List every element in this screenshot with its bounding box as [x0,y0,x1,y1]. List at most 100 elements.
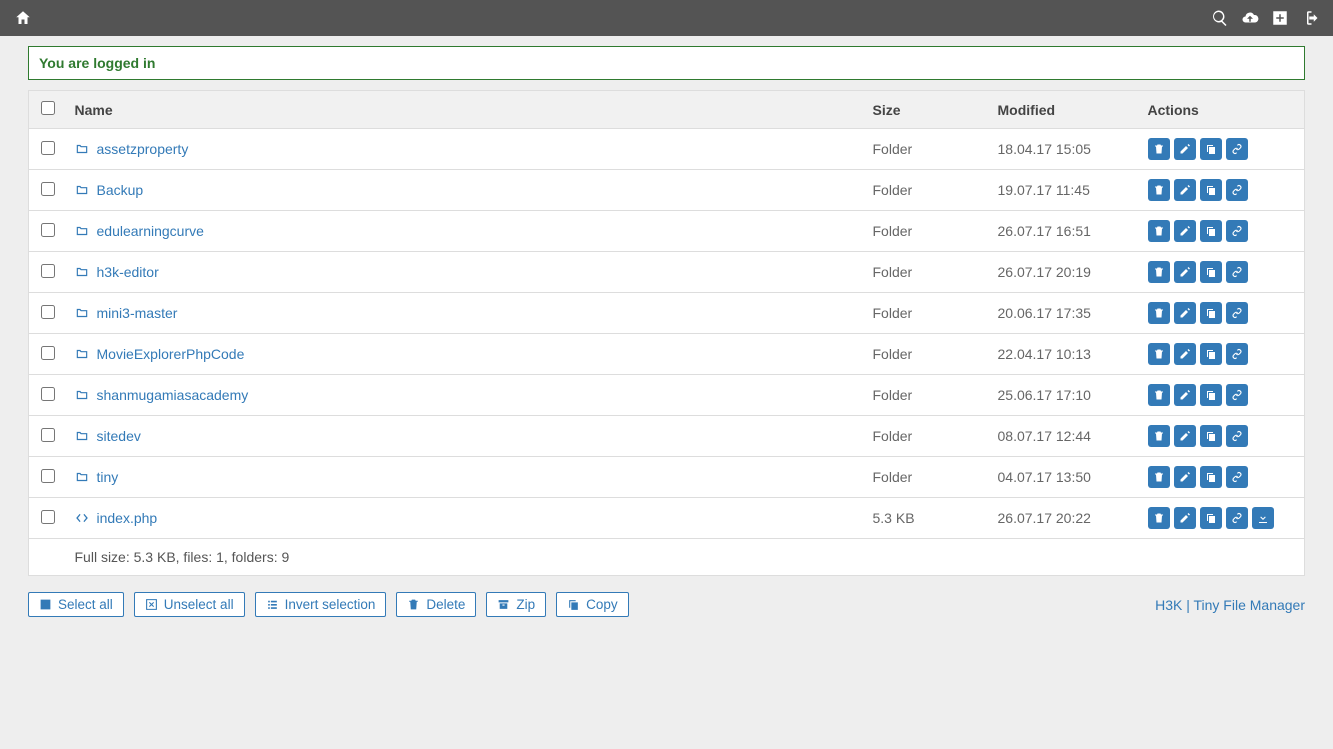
rename-action[interactable] [1174,179,1196,201]
copy-action[interactable] [1200,466,1222,488]
link-action[interactable] [1226,220,1248,242]
header-size[interactable]: Size [865,91,990,129]
select-all-button[interactable]: Select all [28,592,124,617]
select-all-label: Select all [58,597,113,612]
link-action[interactable] [1226,343,1248,365]
rename-icon [1179,143,1191,155]
rename-action[interactable] [1174,138,1196,160]
row-checkbox[interactable] [41,346,55,360]
copy-action[interactable] [1200,343,1222,365]
copy-action[interactable] [1200,507,1222,529]
file-link[interactable]: MovieExplorerPhpCode [97,346,245,362]
delete-action[interactable] [1148,302,1170,324]
rename-action[interactable] [1174,466,1196,488]
file-link[interactable]: Backup [97,182,144,198]
zip-button[interactable]: Zip [486,592,546,617]
link-icon [1231,389,1243,401]
rename-action[interactable] [1174,302,1196,324]
row-checkbox[interactable] [41,264,55,278]
home-icon[interactable] [14,9,32,27]
copy-action[interactable] [1200,138,1222,160]
select-all-checkbox[interactable] [41,101,55,115]
table-row: h3k-editorFolder26.07.17 20:19 [29,252,1305,293]
copy-icon [1205,225,1217,237]
copy-action[interactable] [1200,220,1222,242]
row-checkbox[interactable] [41,141,55,155]
modified-cell: 26.07.17 20:22 [990,498,1140,539]
delete-action[interactable] [1148,425,1170,447]
logout-icon[interactable] [1301,9,1319,27]
link-action[interactable] [1226,507,1248,529]
copy-action[interactable] [1200,384,1222,406]
upload-icon[interactable] [1241,9,1259,27]
link-action[interactable] [1226,425,1248,447]
rename-action[interactable] [1174,425,1196,447]
size-cell: Folder [865,416,990,457]
delete-action[interactable] [1148,384,1170,406]
header-modified[interactable]: Modified [990,91,1140,129]
search-icon[interactable] [1211,9,1229,27]
delete-action[interactable] [1148,261,1170,283]
alert-banner: You are logged in [28,46,1305,80]
row-checkbox[interactable] [41,387,55,401]
row-checkbox[interactable] [41,305,55,319]
delete-action[interactable] [1148,138,1170,160]
row-checkbox[interactable] [41,223,55,237]
modified-cell: 08.07.17 12:44 [990,416,1140,457]
folder-icon [75,347,89,361]
delete-icon [1153,184,1165,196]
link-action[interactable] [1226,466,1248,488]
link-action[interactable] [1226,179,1248,201]
folder-icon [75,142,89,156]
copy-action[interactable] [1200,179,1222,201]
rename-action[interactable] [1174,261,1196,283]
delete-action[interactable] [1148,343,1170,365]
rename-icon [1179,184,1191,196]
footer-link[interactable]: H3K | Tiny File Manager [1155,597,1305,613]
file-link[interactable]: edulearningcurve [97,223,204,239]
link-action[interactable] [1226,384,1248,406]
folder-icon [75,429,89,443]
copy-action[interactable] [1200,302,1222,324]
row-checkbox[interactable] [41,428,55,442]
delete-action[interactable] [1148,507,1170,529]
row-checkbox[interactable] [41,182,55,196]
file-link[interactable]: mini3-master [97,305,178,321]
row-checkbox[interactable] [41,510,55,524]
link-action[interactable] [1226,138,1248,160]
invert-selection-button[interactable]: Invert selection [255,592,387,617]
copy-icon [1205,471,1217,483]
delete-action[interactable] [1148,220,1170,242]
size-cell: 5.3 KB [865,498,990,539]
rename-action[interactable] [1174,384,1196,406]
modified-cell: 22.04.17 10:13 [990,334,1140,375]
copy-icon [1205,348,1217,360]
file-link[interactable]: h3k-editor [97,264,159,280]
modified-cell: 26.07.17 20:19 [990,252,1140,293]
copy-action[interactable] [1200,261,1222,283]
link-action[interactable] [1226,261,1248,283]
delete-action[interactable] [1148,179,1170,201]
copy-button[interactable]: Copy [556,592,629,617]
row-checkbox[interactable] [41,469,55,483]
file-link[interactable]: assetzproperty [97,141,189,157]
rename-action[interactable] [1174,220,1196,242]
modified-cell: 25.06.17 17:10 [990,375,1140,416]
delete-action[interactable] [1148,466,1170,488]
file-link[interactable]: shanmugamiasacademy [97,387,249,403]
link-action[interactable] [1226,302,1248,324]
unselect-all-button[interactable]: Unselect all [134,592,245,617]
download-action[interactable] [1252,507,1274,529]
file-link[interactable]: tiny [97,469,119,485]
modified-cell: 19.07.17 11:45 [990,170,1140,211]
file-link[interactable]: index.php [97,510,158,526]
delete-button[interactable]: Delete [396,592,476,617]
zip-label: Zip [516,597,535,612]
header-name[interactable]: Name [67,91,865,129]
file-link[interactable]: sitedev [97,428,141,444]
copy-action[interactable] [1200,425,1222,447]
rename-action[interactable] [1174,507,1196,529]
rename-action[interactable] [1174,343,1196,365]
new-item-icon[interactable] [1271,9,1289,27]
table-row: edulearningcurveFolder26.07.17 16:51 [29,211,1305,252]
